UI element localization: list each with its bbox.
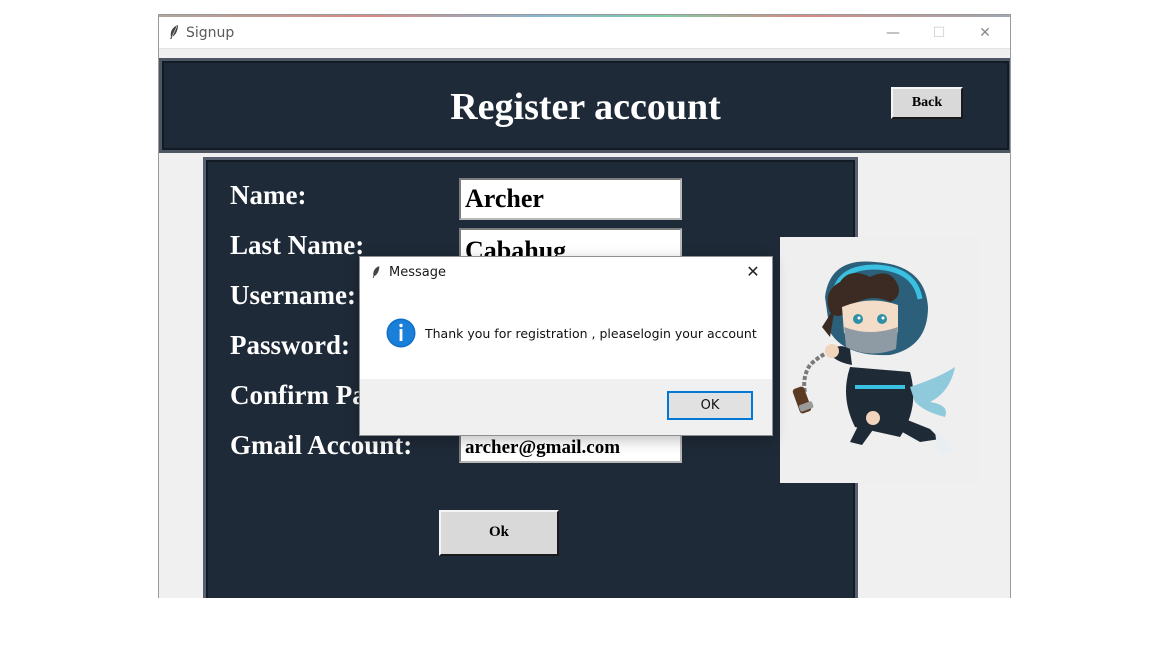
username-label: Username: (230, 280, 356, 310)
title-bar[interactable]: Signup — ☐ ✕ (159, 17, 1010, 49)
header-bar: Register account Back (159, 58, 1010, 153)
window-title: Signup (186, 25, 235, 41)
confirm-password-label: Confirm Pa (230, 380, 366, 410)
maximize-button[interactable]: ☐ (916, 19, 962, 48)
dialog-message: Thank you for registration , pleaselogin… (425, 326, 757, 341)
feather-icon (372, 266, 380, 278)
page-title: Register account (450, 86, 721, 128)
ninja-character-illustration (792, 261, 955, 453)
character-image (780, 237, 978, 483)
name-label: Name: (230, 180, 307, 210)
dialog-ok-button[interactable]: OK (667, 391, 753, 420)
ok-button[interactable]: Ok (439, 510, 559, 556)
back-button[interactable]: Back (891, 87, 963, 119)
feather-icon (170, 25, 178, 39)
close-button[interactable]: ✕ (962, 19, 1008, 48)
info-icon (386, 318, 416, 348)
name-field[interactable]: Archer (459, 178, 682, 220)
dialog-title: Message (389, 265, 446, 280)
dialog-close-button[interactable]: ✕ (740, 260, 766, 284)
minimize-button[interactable]: — (870, 19, 916, 48)
gmail-field[interactable]: archer@gmail.com (459, 433, 682, 463)
message-dialog: Message ✕ Thank you for registration , p… (359, 256, 773, 436)
last-name-label: Last Name: (230, 230, 365, 260)
password-label: Password: (230, 330, 350, 360)
